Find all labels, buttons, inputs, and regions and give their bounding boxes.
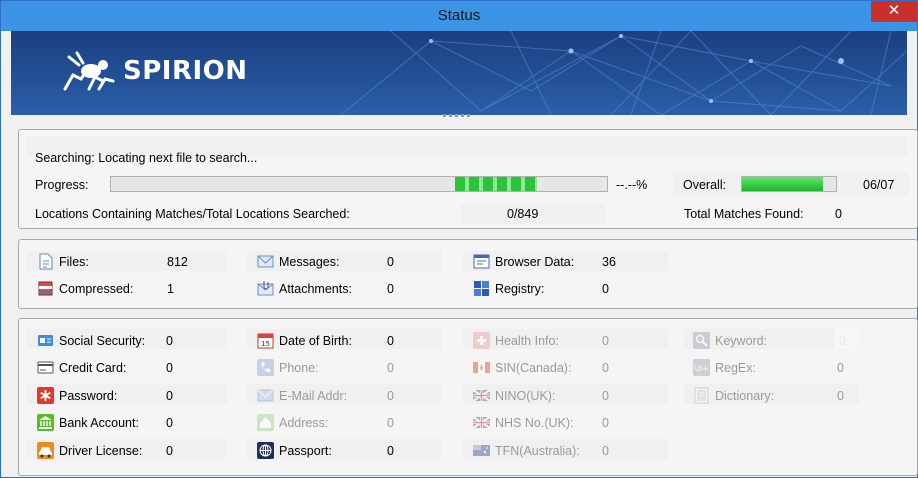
email-icon xyxy=(257,387,274,404)
total-matches-value: 0 xyxy=(835,207,842,221)
status-window: Status ✕ SPIRION Searching: Locating nex… xyxy=(0,0,918,478)
attachment-icon xyxy=(257,280,274,297)
passport-label: Passport: xyxy=(279,444,332,458)
brand-banner: SPIRION xyxy=(11,31,907,115)
attachments-value: 0 xyxy=(387,282,394,296)
spirion-bug-icon xyxy=(63,51,115,91)
location-counts-panel: Files: 812 Compressed: 1 Messages: 0 Att… xyxy=(18,239,918,309)
home-icon xyxy=(257,414,274,431)
date-of-birth-value: 0 xyxy=(387,334,394,348)
nhs-no-uk-label: NHS No.(UK): xyxy=(495,416,574,430)
australia-flag-icon xyxy=(473,442,490,459)
sin-canada-value: 0 xyxy=(602,361,609,375)
files-value: 812 xyxy=(167,255,188,269)
attachments-label: Attachments: xyxy=(279,282,352,296)
asterisk-icon xyxy=(37,387,54,404)
regex-label: RegEx: xyxy=(715,361,756,375)
progress-percent: --.--% xyxy=(616,178,648,192)
passport-value: 0 xyxy=(387,444,394,458)
regex-value: 0 xyxy=(837,361,844,375)
credit-card-label: Credit Card: xyxy=(59,361,127,375)
compressed-value: 1 xyxy=(167,282,174,296)
svg-text:15: 15 xyxy=(261,340,270,348)
browser-data-label: Browser Data: xyxy=(495,255,575,269)
nino-uk-value: 0 xyxy=(602,389,609,403)
calendar-icon: 15 xyxy=(257,332,274,349)
password-value: 0 xyxy=(166,389,173,403)
overall-progress-fill xyxy=(742,177,823,191)
brand-name: SPIRION xyxy=(123,56,248,86)
tfn-australia-value: 0 xyxy=(602,444,609,458)
registry-icon xyxy=(473,280,490,297)
uk-flag-icon xyxy=(473,387,490,404)
progress-marquee xyxy=(455,177,537,191)
globe-icon xyxy=(257,442,274,459)
envelope-icon xyxy=(257,253,274,270)
locations-searched-label: Locations Containing Matches/Total Locat… xyxy=(35,207,350,221)
browser-icon xyxy=(473,253,490,270)
uk-flag-icon xyxy=(473,414,490,431)
messages-label: Messages: xyxy=(279,255,340,269)
svg-text:\d+: \d+ xyxy=(694,364,708,373)
phone-icon xyxy=(257,359,274,376)
dictionary-icon xyxy=(693,387,710,404)
email-address-label: E-Mail Addr: xyxy=(279,389,348,403)
splitter-grip-icon[interactable] xyxy=(441,113,481,119)
credit-card-icon xyxy=(37,359,54,376)
messages-value: 0 xyxy=(387,255,394,269)
tfn-australia-label: TFN(Australia): xyxy=(495,444,580,458)
overall-value: 06/07 xyxy=(863,178,895,192)
bank-icon xyxy=(37,414,54,431)
magnifier-icon xyxy=(693,332,710,349)
password-label: Password: xyxy=(59,389,118,403)
file-icon xyxy=(37,253,54,270)
total-matches-label: Total Matches Found: xyxy=(684,207,804,221)
searching-status-text: Searching: Locating next file to search.… xyxy=(35,151,258,165)
browser-data-value: 36 xyxy=(602,255,616,269)
health-info-label: Health Info: xyxy=(495,334,559,348)
files-label: Files: xyxy=(59,255,89,269)
sin-canada-label: SIN(Canada): xyxy=(495,361,572,375)
keyword-value: 0 xyxy=(839,334,846,348)
registry-label: Registry: xyxy=(495,282,545,296)
car-icon xyxy=(37,442,54,459)
dictionary-value: 0 xyxy=(837,389,844,403)
phone-label: Phone: xyxy=(279,361,319,375)
progress-label: Progress: xyxy=(35,178,89,192)
address-label: Address: xyxy=(279,416,329,430)
registry-value: 0 xyxy=(602,282,609,296)
social-security-value: 0 xyxy=(166,334,173,348)
id-card-icon xyxy=(37,332,54,349)
close-button[interactable]: ✕ xyxy=(871,1,917,22)
bank-account-label: Bank Account: xyxy=(59,416,139,430)
data-types-panel: Social Security: 0 Credit Card: 0 Passwo… xyxy=(18,318,918,476)
brand-logo: SPIRION xyxy=(55,49,248,93)
credit-card-value: 0 xyxy=(166,361,173,375)
progress-bar xyxy=(110,176,608,192)
health-info-value: 0 xyxy=(602,334,609,348)
nino-uk-label: NINO(UK): xyxy=(495,389,556,403)
compressed-label: Compressed: xyxy=(59,282,134,296)
regex-icon: \d+ xyxy=(693,359,710,376)
address-value: 0 xyxy=(387,416,394,430)
overall-progress-bar xyxy=(741,176,837,192)
status-panel: Searching: Locating next file to search.… xyxy=(18,129,918,229)
dictionary-label: Dictionary: xyxy=(715,389,775,403)
locations-searched-value: 0/849 xyxy=(507,207,539,221)
canada-flag-icon xyxy=(473,359,490,376)
health-icon xyxy=(473,332,490,349)
phone-value: 0 xyxy=(387,361,394,375)
window-title: Status xyxy=(437,7,481,24)
social-security-label: Social Security: xyxy=(59,334,146,348)
driver-license-value: 0 xyxy=(166,444,173,458)
overall-label: Overall: xyxy=(683,178,727,192)
keyword-label: Keyword: xyxy=(715,334,768,348)
archive-icon xyxy=(37,280,54,297)
bank-account-value: 0 xyxy=(166,416,173,430)
email-address-value: 0 xyxy=(387,389,394,403)
title-bar[interactable]: Status ✕ xyxy=(1,1,917,31)
driver-license-label: Driver License: xyxy=(59,444,143,458)
nhs-no-uk-value: 0 xyxy=(602,416,609,430)
date-of-birth-label: Date of Birth: xyxy=(279,334,352,348)
